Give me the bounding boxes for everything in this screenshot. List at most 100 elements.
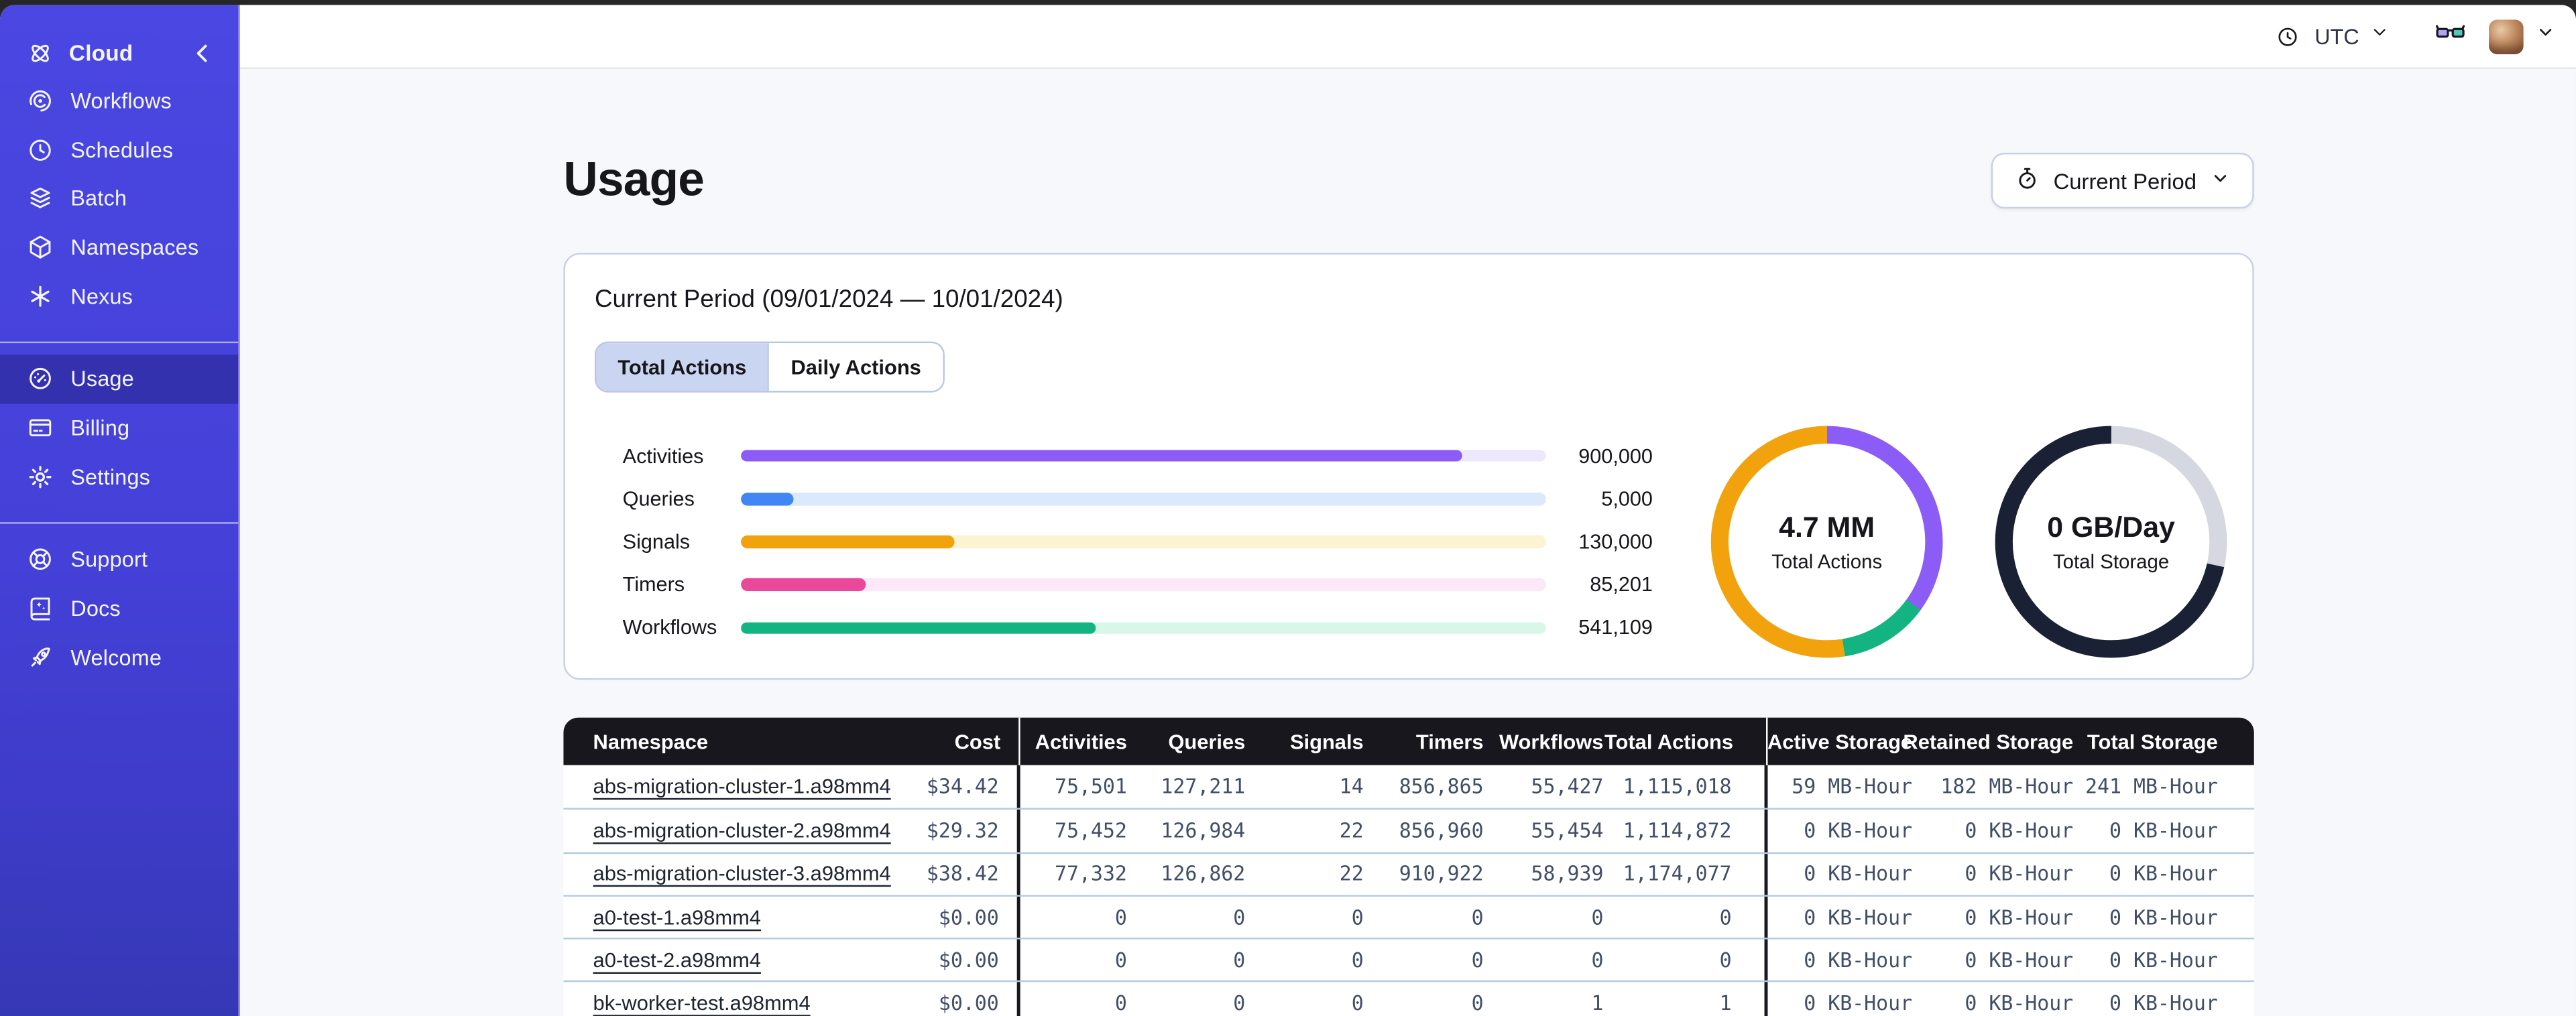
cell-cost: $0.00 [876,896,1020,938]
cell-retained-storage: 0 KB-Hour [1965,948,2074,972]
usage-bar-chart: Activities 900,000 Queries 5,000 Signals… [623,434,1653,649]
total-storage-value: 0 GB/Day [2047,511,2175,544]
sidebar-item[interactable]: Nexus [0,271,238,320]
usage-bar-label: Workflows [622,616,717,640]
period-selector-button[interactable]: Current Period [1991,152,2254,209]
sidebar-item[interactable]: Schedules [0,126,238,175]
usage-bar-row: Queries 5,000 [623,477,1653,520]
sidebar-item[interactable]: Usage [0,355,239,404]
sidebar-item-label: Welcome [70,644,162,670]
column-header-cost: Cost [876,717,1020,765]
cell-workflows: 0 [1591,905,1604,929]
sidebar-item[interactable]: Docs [0,584,238,633]
column-header-total-actions: Total Actions [1604,717,1768,765]
sidebar-item[interactable]: Batch [0,174,238,223]
user-menu[interactable] [2489,19,2556,54]
total-storage-donut-center: 0 GB/Day Total Storage [1991,422,2231,662]
table-row: abs-migration-cluster-1.a98mm4 $34.42 75… [563,765,2254,809]
feedback-glasses-button[interactable] [2433,15,2467,58]
tab-label: Daily Actions [791,355,921,379]
total-actions-caption: Total Actions [1771,550,1883,574]
sidebar-nav-footer: Support Docs Welcome [0,535,238,682]
cell-retained-storage: 0 KB-Hour [1965,905,2074,929]
billing-icon [26,414,56,442]
usage-bar-row: Signals 130,000 [623,520,1653,563]
column-header-timers: Timers [1415,730,1484,753]
total-actions-value: 4.7 MM [1779,511,1875,544]
cell-workflows: 55,454 [1531,819,1604,842]
table-row: abs-migration-cluster-2.a98mm4 $29.32 75… [563,808,2254,852]
column-header-signals: Signals [1289,730,1364,753]
sidebar-item[interactable]: Welcome [0,633,238,682]
total-actions-donut-center: 4.7 MM Total Actions [1707,422,1947,662]
namespace-link[interactable]: a0-test-2.a98mm4 [593,949,761,972]
cell-queries: 126,862 [1161,862,1246,886]
column-header-activities: Activities [1035,730,1127,753]
sidebar-collapse-button[interactable] [189,39,219,67]
chevron-down-icon [2210,168,2231,194]
cell-queries: 127,211 [1161,775,1246,799]
usage-bar-label: Queries [622,487,695,511]
cell-cost: $0.00 [876,940,1020,981]
usage-bar-fill [741,450,1462,462]
cell-total-storage: 241 MB-Hour [2085,775,2218,799]
column-header-queries: Queries [1168,730,1246,753]
actions-tabs: Total Actions Daily Actions [594,341,945,393]
total-storage-caption: Total Storage [2052,550,2170,574]
timezone-label: UTC [2315,23,2359,49]
user-avatar [2489,19,2524,54]
tab[interactable]: Total Actions [596,343,768,391]
sidebar-item[interactable]: Settings [0,452,238,501]
cell-cost: $34.42 [876,765,1020,809]
chevron-down-icon [2369,21,2390,51]
sidebar-item[interactable]: Support [0,535,238,584]
sidebar-item-label: Workflows [70,89,172,114]
cell-timers: 0 [1471,905,1484,929]
sidebar-item[interactable]: Namespaces [0,223,238,272]
table-header-row: Namespace Cost Activities Queries Signal… [563,717,2254,765]
namespace-link[interactable]: a0-test-1.a98mm4 [593,905,761,928]
sidebar-item-label: Docs [70,596,121,621]
workflows-icon [26,88,56,116]
table-row: a0-test-1.a98mm4 $0.00 0 0 0 0 0 0 0 KB-… [563,895,2254,938]
usage-bar-fill [741,621,1096,635]
usage-bar-fill [741,535,955,548]
sidebar-divider [0,341,239,344]
cell-activities: 75,452 [1054,819,1127,842]
cell-total-storage: 0 KB-Hour [2109,948,2218,972]
tab[interactable]: Daily Actions [768,343,943,391]
stopwatch-icon [2014,165,2040,196]
column-header-retained-storage: Retained Storage [1903,730,2074,753]
usage-bar-value: 900,000 [1578,444,1653,468]
usage-bar-track [741,450,1546,462]
usage-bar-row: Timers 85,201 [623,564,1653,607]
batch-icon [26,185,56,213]
usage-bar-row: Activities 900,000 [623,434,1653,477]
cell-workflows: 1 [1591,992,1604,1015]
usage-bar-track [741,578,1546,591]
cell-namespace: a0-test-2.a98mm4 [563,940,876,981]
namespace-link[interactable]: bk-worker-test.a98mm4 [593,992,811,1015]
usage-charts: Activities 900,000 Queries 5,000 Signals… [595,422,2227,662]
namespace-link[interactable]: abs-migration-cluster-2.a98mm4 [593,820,891,842]
cell-active-storage: 0 KB-Hour [1804,819,1913,842]
namespace-link[interactable]: abs-migration-cluster-1.a98mm4 [593,775,891,798]
cell-signals: 0 [1351,948,1364,972]
usage-card-title: Current Period (09/01/2024 — 10/01/2024) [594,285,1063,314]
sidebar-item-label: Settings [70,464,151,489]
sidebar-item-label: Schedules [70,137,174,163]
sidebar-nav-account: Usage Billing Settings [0,355,239,501]
screenshot-stage: Cloud Workflows Schedules Batch Namespac… [0,0,2576,1016]
timezone-selector[interactable]: UTC [2266,15,2400,58]
sidebar-item[interactable]: Billing [0,403,238,452]
usage-icon [26,365,56,393]
sidebar-item[interactable]: Workflows [0,77,238,126]
namespace-link[interactable]: abs-migration-cluster-3.a98mm4 [593,863,891,885]
sidebar-item-label: Billing [70,416,130,440]
cell-activities: 0 [1114,992,1127,1015]
cell-total-actions: 0 [1617,896,1768,938]
welcome-icon [26,643,56,672]
cell-workflows: 55,427 [1531,775,1604,799]
settings-icon [26,462,56,491]
namespaces-icon [26,233,56,261]
